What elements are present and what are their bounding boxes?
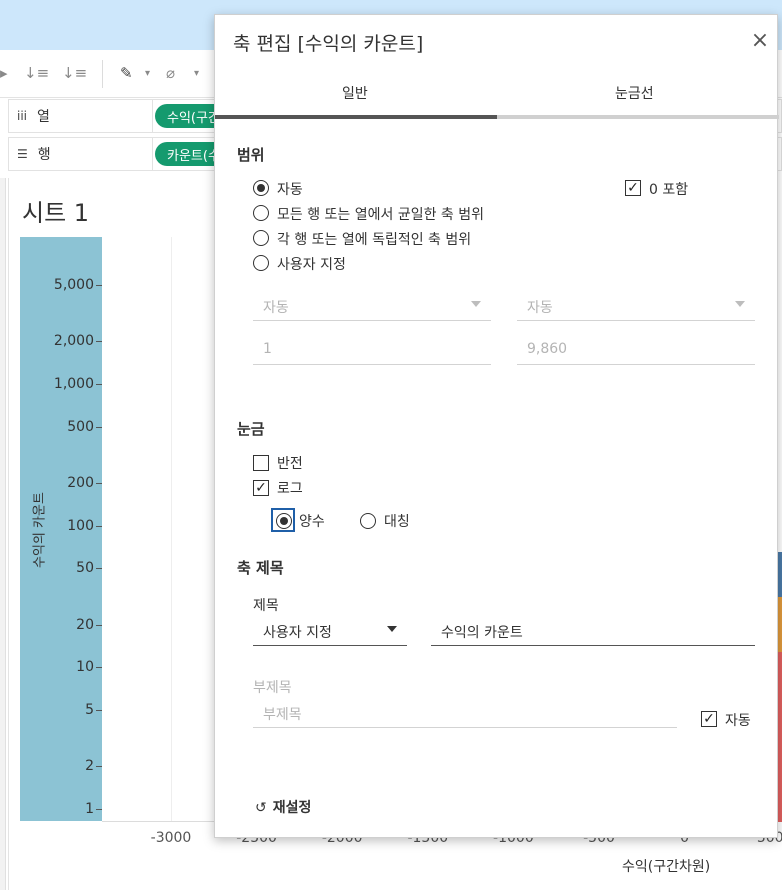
arrow-icon[interactable]: ▸ [0, 64, 8, 82]
reversed-label[interactable]: 반전 [277, 453, 303, 473]
y-tick-label: 1,000 [53, 375, 94, 392]
sheet-title: 시트 1 [22, 199, 90, 227]
tab-inactive-indicator [497, 115, 779, 119]
dialog-title: 축 편집 [수익의 카운트] [233, 33, 424, 55]
range-custom-label[interactable]: 사용자 지정 [277, 254, 346, 274]
range-uniform-label[interactable]: 모든 행 또는 열에서 균일한 축 범위 [277, 204, 484, 224]
title-label: 제목 [253, 598, 279, 614]
range-end-mode: 자동 [527, 300, 553, 316]
chevron-down-icon [471, 301, 481, 307]
title-mode-dropdown[interactable]: 사용자 지정 [253, 616, 407, 646]
title-mode-value: 사용자 지정 [263, 625, 332, 641]
range-start-dropdown[interactable]: 자동 [253, 291, 491, 321]
range-uniform-radio[interactable] [253, 205, 269, 221]
toolbar-separator [102, 60, 103, 88]
y-tick-label: 5,000 [53, 276, 94, 293]
scale-heading: 눈금 [237, 420, 265, 438]
y-tick-mark [96, 284, 102, 286]
highlight-icon[interactable]: ✎ [120, 64, 133, 82]
y-tick-label: 1 [85, 801, 94, 817]
columns-icon: iii [17, 109, 28, 123]
reset-icon: ↺ [255, 800, 267, 816]
range-independent-radio[interactable] [253, 230, 269, 246]
x-axis-title: 수익(구간차원) [622, 859, 711, 875]
include-zero-label[interactable]: 0 포함 [649, 179, 688, 199]
chevron-down-icon [735, 301, 745, 307]
log-positive-label[interactable]: 양수 [299, 511, 325, 531]
attach-icon[interactable]: ⌀ [166, 64, 175, 82]
log-symmetric-label[interactable]: 대칭 [384, 511, 410, 531]
edit-axis-dialog: 축 편집 [수익의 카운트] × 일반 눈금선 범위 자동 모든 행 또는 열에… [214, 14, 779, 838]
y-tick-mark [96, 766, 102, 768]
y-tick-mark [96, 624, 102, 626]
range-start-field[interactable]: 1 [253, 335, 491, 365]
x-tick-label: -3000 [150, 830, 192, 846]
columns-shelf-label: 열 [37, 109, 50, 125]
bar-edge [778, 552, 782, 597]
range-auto-label[interactable]: 자동 [277, 179, 303, 199]
reset-button[interactable]: ↺ 재설정 [255, 797, 311, 817]
subtitle-auto-label[interactable]: 자동 [725, 710, 751, 730]
y-tick-mark [96, 568, 102, 570]
tab-active-indicator [215, 115, 497, 119]
include-zero-checkbox[interactable]: ✓ [625, 180, 641, 196]
range-heading: 범위 [237, 146, 265, 164]
side-panel-edge [0, 178, 6, 890]
bar-edge [778, 597, 782, 652]
subtitle-auto-checkbox[interactable]: ✓ [701, 711, 717, 727]
y-tick-mark [96, 667, 102, 669]
y-tick-label: 50 [76, 560, 94, 577]
gridline [171, 237, 172, 821]
reversed-checkbox[interactable] [253, 455, 269, 471]
rows-icon: ☰ [17, 147, 28, 161]
title-input[interactable]: 수익의 카운트 [431, 616, 755, 646]
y-tick-mark [96, 709, 102, 711]
close-icon[interactable]: × [749, 30, 771, 52]
log-label[interactable]: 로그 [277, 478, 303, 498]
y-tick-mark [96, 482, 102, 484]
bar-edge [778, 652, 782, 822]
log-checkbox[interactable]: ✓ [253, 480, 269, 496]
subtitle-input[interactable]: 부제목 [253, 698, 677, 728]
y-tick-mark [96, 341, 102, 343]
y-tick-label: 100 [67, 517, 94, 534]
y-tick-mark [96, 525, 102, 527]
y-tick-label: 500 [67, 418, 94, 435]
tab-general[interactable]: 일반 [342, 83, 368, 103]
range-end-dropdown[interactable]: 자동 [517, 291, 755, 321]
reset-label: 재설정 [272, 800, 312, 816]
chevron-down-icon [387, 626, 397, 632]
range-custom-radio[interactable] [253, 255, 269, 271]
subtitle-label: 부제목 [253, 680, 292, 696]
chevron-down-icon[interactable]: ▾ [145, 68, 150, 79]
rows-shelf-label: 행 [37, 147, 51, 163]
range-start-mode: 자동 [263, 300, 289, 316]
y-tick-mark [96, 426, 102, 428]
log-symmetric-radio[interactable] [360, 513, 376, 529]
y-tick-label: 200 [67, 474, 94, 491]
log-positive-radio[interactable] [276, 513, 292, 529]
sort-ascending-icon[interactable]: ↓≡ [24, 64, 49, 82]
y-tick-mark [96, 809, 102, 810]
y-tick-label: 10 [76, 659, 94, 676]
y-tick-label: 2 [85, 758, 94, 775]
y-tick-label: 5 [85, 701, 94, 718]
y-tick-label: 2,000 [53, 333, 94, 350]
y-tick-mark [96, 383, 102, 385]
tab-gridlines[interactable]: 눈금선 [615, 83, 654, 103]
range-independent-label[interactable]: 각 행 또는 열에 독립적인 축 범위 [277, 229, 471, 249]
y-tick-label: 20 [76, 616, 94, 633]
range-end-field[interactable]: 9,860 [517, 335, 755, 365]
sort-descending-icon[interactable]: ↓≡ [62, 64, 87, 82]
axis-titles-heading: 축 제목 [237, 559, 284, 577]
chevron-down-icon[interactable]: ▾ [194, 68, 199, 79]
range-auto-radio[interactable] [253, 180, 269, 196]
